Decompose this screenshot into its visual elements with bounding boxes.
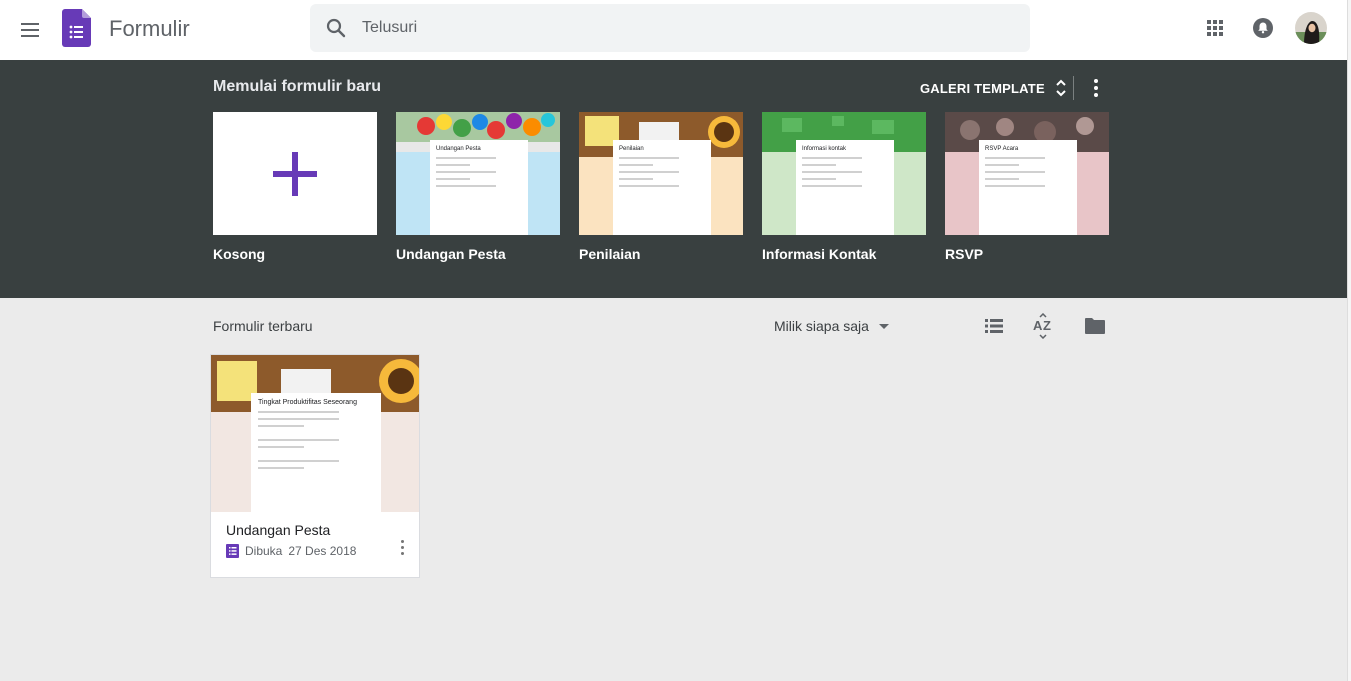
forms-logo-icon[interactable] [62, 9, 91, 47]
template-form-preview: RSVP Acara [979, 140, 1077, 235]
form-file-icon [226, 544, 239, 558]
template-thumbnail[interactable]: Informasi kontak [762, 112, 926, 235]
template-preview-title: Undangan Pesta [436, 146, 481, 152]
placeholder-line [802, 185, 863, 187]
hamburger-line [21, 35, 39, 37]
template-preview-title: RSVP Acara [985, 146, 1019, 152]
template-form-preview: Undangan Pesta [430, 140, 528, 235]
template-label: Informasi Kontak [762, 246, 877, 262]
dot [400, 545, 404, 549]
template-contact-info[interactable]: Informasi kontak Informasi Kontak [762, 112, 926, 262]
owner-filter-dropdown[interactable]: Milik siapa saja [774, 318, 889, 334]
placeholder-line [985, 185, 1046, 187]
template-preview-title: Penilaian [619, 146, 644, 152]
sort-az-icon[interactable]: A Z [1031, 313, 1055, 339]
main-menu-button[interactable] [12, 12, 48, 48]
template-form-preview: Informasi kontak [796, 140, 894, 235]
placeholder-line [985, 171, 1046, 173]
svg-text:A: A [1033, 318, 1043, 333]
placeholder-line [258, 425, 305, 427]
placeholder-line [258, 467, 305, 469]
top-app-bar: Formulir [0, 0, 1347, 60]
template-gallery-button[interactable]: GALERI TEMPLATE [920, 74, 1069, 102]
placeholder-line [619, 164, 654, 166]
form-thumbnail[interactable]: Tingkat Produktifitas Seseorang [211, 355, 419, 512]
form-preview-title: Tingkat Produktifitas Seseorang [258, 399, 357, 406]
app-title: Formulir [109, 16, 190, 41]
template-blank[interactable]: Kosong [213, 112, 377, 262]
opened-date: 27 Des 2018 [288, 544, 357, 558]
form-meta: Dibuka 27 Des 2018 [226, 544, 356, 558]
template-thumbnail[interactable] [213, 112, 377, 235]
dot [1094, 79, 1098, 83]
template-gallery-label: GALERI TEMPLATE [920, 80, 1045, 96]
placeholder-line [802, 178, 837, 180]
template-label: Undangan Pesta [396, 246, 506, 262]
template-thumbnail[interactable]: RSVP Acara [945, 112, 1109, 235]
template-label: Penilaian [579, 246, 641, 262]
form-preview-paper: Tingkat Produktifitas Seseorang [251, 393, 381, 512]
template-party-invite[interactable]: Undangan Pesta Undangan Pesta [396, 112, 560, 262]
template-thumbnail[interactable]: Undangan Pesta [396, 112, 560, 235]
placeholder-line [619, 157, 680, 159]
template-label: RSVP [945, 246, 984, 262]
start-new-form-heading: Memulai formulir baru [213, 78, 382, 95]
account-avatar[interactable] [1295, 12, 1327, 44]
apps-grid-icon[interactable] [1203, 16, 1227, 40]
recent-forms-heading: Formulir terbaru [213, 318, 313, 334]
template-evaluation[interactable]: Penilaian Penilaian [579, 112, 743, 262]
placeholder-line [436, 164, 471, 166]
template-gallery-section: Memulai formulir baru GALERI TEMPLATE Ko… [0, 60, 1347, 298]
placeholder-line [436, 157, 497, 159]
template-label: Kosong [213, 246, 266, 262]
placeholder-line [619, 185, 680, 187]
placeholder-line [436, 185, 497, 187]
placeholder-line [985, 164, 1020, 166]
recent-form-card[interactable]: Tingkat Produktifitas Seseorang Undangan… [210, 354, 420, 578]
opened-label: Dibuka [245, 544, 283, 558]
template-thumbnail[interactable]: Penilaian [579, 112, 743, 235]
dot [400, 539, 404, 543]
placeholder-line [258, 460, 340, 462]
dot [1094, 93, 1098, 97]
placeholder-line [436, 171, 497, 173]
hamburger-line [21, 23, 39, 25]
search-icon[interactable] [324, 16, 348, 40]
placeholder-line [258, 411, 340, 413]
placeholder-line [436, 178, 471, 180]
plus-icon [273, 151, 317, 196]
placeholder-line [258, 418, 340, 420]
svg-text:Z: Z [1043, 318, 1051, 333]
placeholder-line [802, 157, 863, 159]
placeholder-line [985, 178, 1020, 180]
dot [1094, 86, 1098, 90]
template-form-preview: Penilaian [613, 140, 711, 235]
hamburger-line [21, 29, 39, 31]
more-options-icon[interactable] [1084, 76, 1108, 100]
placeholder-line [802, 171, 863, 173]
placeholder-line [802, 164, 837, 166]
search-bar[interactable] [310, 4, 1030, 52]
folder-icon[interactable] [1083, 314, 1107, 338]
template-rsvp[interactable]: RSVP Acara RSVP [945, 112, 1109, 262]
notifications-icon[interactable] [1251, 16, 1275, 40]
owner-filter-label: Milik siapa saja [774, 318, 869, 334]
form-title: Undangan Pesta [226, 522, 331, 538]
search-input[interactable] [362, 4, 1002, 52]
unfold-more-icon [1056, 79, 1066, 97]
page-scrollbar[interactable] [1347, 0, 1351, 681]
dot [400, 551, 404, 555]
placeholder-line [258, 439, 340, 441]
form-more-options-icon[interactable] [397, 537, 407, 557]
placeholder-line [985, 157, 1046, 159]
list-view-icon[interactable] [982, 314, 1006, 338]
placeholder-line [258, 446, 305, 448]
template-preview-title: Informasi kontak [802, 146, 847, 152]
divider [1073, 76, 1074, 100]
placeholder-line [619, 178, 654, 180]
dropdown-arrow-icon [878, 323, 889, 329]
placeholder-line [619, 171, 680, 173]
